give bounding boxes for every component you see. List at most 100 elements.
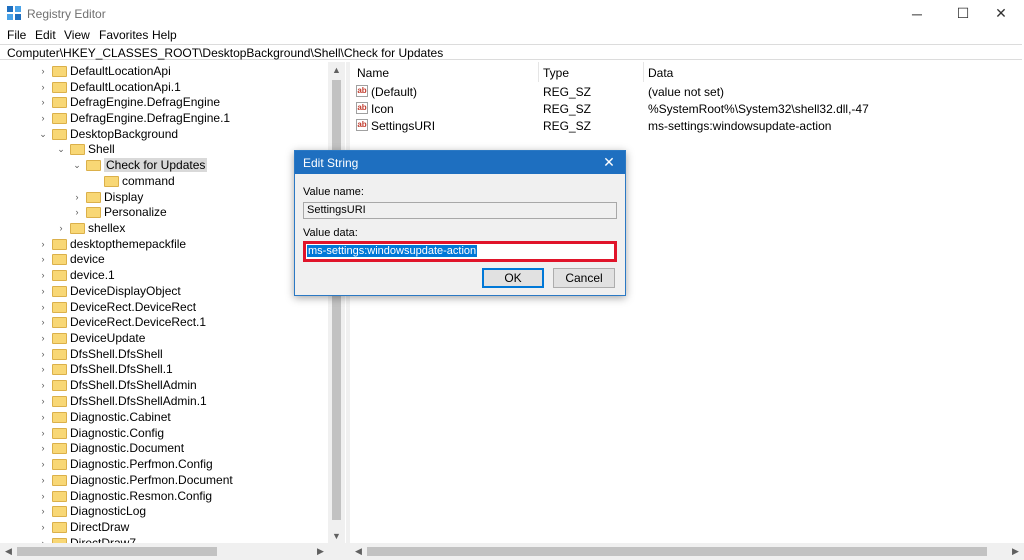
expand-arrow-icon[interactable]: › [38,251,48,267]
folder-icon [70,222,85,234]
expand-arrow-icon[interactable]: › [38,346,48,362]
expand-arrow-icon[interactable]: › [38,472,48,488]
address-bar[interactable]: Computer\HKEY_CLASSES_ROOT\DesktopBackgr… [0,44,1022,60]
folder-icon [70,143,85,155]
tree-item[interactable]: ⌄ Shell [56,141,114,157]
tree-item[interactable]: › DefragEngine.DefragEngine.1 [38,110,231,126]
expand-arrow-icon[interactable]: › [38,425,48,441]
expand-arrow-icon[interactable]: › [38,236,48,252]
expand-arrow-icon[interactable]: › [72,189,82,205]
tree-item[interactable]: › DfsShell.DfsShellAdmin.1 [38,393,207,409]
tree-item[interactable]: › shellex [56,220,126,236]
tree-item[interactable]: › DeviceDisplayObject [38,283,181,299]
cancel-button[interactable]: Cancel [553,268,615,288]
expand-arrow-icon[interactable]: › [38,299,48,315]
ok-button[interactable]: OK [482,268,544,288]
expand-arrow-icon[interactable]: › [72,204,82,220]
expand-arrow-icon[interactable]: › [38,94,48,110]
tree-item[interactable]: › device.1 [38,267,115,283]
tree-item[interactable]: › DeviceRect.DeviceRect.1 [38,314,207,330]
collapse-arrow-icon[interactable]: ⌄ [72,157,82,173]
menu-edit[interactable]: Edit [35,28,56,42]
list-row[interactable]: ab SettingsURI REG_SZ ms-settings:window… [350,118,1024,134]
tree-item[interactable]: ⌄ DesktopBackground [38,126,178,142]
column-divider[interactable] [643,62,644,82]
scroll-up-arrow-icon[interactable]: ▲ [328,62,345,78]
tree-item[interactable]: › Personalize [72,204,167,220]
close-button[interactable]: ✕ [978,0,1024,27]
expand-arrow-icon[interactable]: › [38,503,48,519]
edit-string-dialog: Edit String ✕ Value name: SettingsURI Va… [294,150,626,296]
collapse-arrow-icon[interactable]: ⌄ [38,126,48,142]
expand-arrow-icon[interactable]: › [38,314,48,330]
tree-item[interactable]: › DefragEngine.DefragEngine [38,94,221,110]
tree-item[interactable]: › DeviceRect.DeviceRect [38,299,197,315]
tree-item[interactable]: › Diagnostic.Config [38,425,165,441]
list-row[interactable]: ab (Default) REG_SZ (value not set) [350,84,1024,100]
expand-arrow-icon[interactable]: › [38,393,48,409]
expand-arrow-icon[interactable]: › [38,377,48,393]
tree-item[interactable]: › Diagnostic.Resmon.Config [38,488,213,504]
expand-arrow-icon[interactable]: › [38,283,48,299]
menu-help[interactable]: Help [152,28,177,42]
expand-arrow-icon[interactable]: › [38,456,48,472]
expand-arrow-icon[interactable]: › [38,361,48,377]
expand-arrow-icon[interactable]: › [38,488,48,504]
scroll-down-arrow-icon[interactable]: ▼ [328,528,345,544]
expand-arrow-icon[interactable]: › [38,63,48,79]
tree-item[interactable]: command [90,173,175,189]
tree-vertical-scrollbar[interactable]: ▲ ▼ [328,62,345,545]
dialog-title-bar[interactable]: Edit String ✕ [295,151,625,174]
scroll-thumb[interactable] [332,80,341,520]
expand-arrow-icon[interactable]: › [56,220,66,236]
tree-item[interactable]: › DefaultLocationApi [38,63,171,79]
expand-arrow-icon[interactable]: › [38,519,48,535]
scroll-thumb[interactable] [17,547,217,556]
list-horizontal-scrollbar[interactable]: ◀ ▶ [350,543,1024,560]
scroll-left-arrow-icon[interactable]: ◀ [350,543,367,560]
tree-item[interactable]: › Diagnostic.Perfmon.Document [38,472,233,488]
expand-arrow-icon[interactable]: › [38,110,48,126]
column-header-type[interactable]: Type [543,66,569,80]
folder-icon [52,348,67,360]
scroll-thumb[interactable] [367,547,987,556]
scroll-right-arrow-icon[interactable]: ▶ [312,543,329,560]
folder-icon [52,490,67,502]
expand-arrow-icon[interactable]: › [38,440,48,456]
menu-view[interactable]: View [64,28,90,42]
tree-item[interactable]: › device [38,251,105,267]
menu-file[interactable]: File [7,28,26,42]
column-header-name[interactable]: Name [357,66,389,80]
folder-icon [52,96,67,108]
tree-item[interactable]: › Diagnostic.Cabinet [38,409,171,425]
column-divider[interactable] [538,62,539,82]
expand-arrow-icon[interactable]: › [38,409,48,425]
scroll-left-arrow-icon[interactable]: ◀ [0,543,17,560]
expand-arrow-icon[interactable]: › [38,79,48,95]
folder-icon [86,159,101,171]
tree-item[interactable]: › Diagnostic.Document [38,440,185,456]
tree-item-selected[interactable]: ⌄ Check for Updates [72,157,208,173]
tree-item[interactable]: › Display [72,189,144,205]
value-data-input[interactable]: ms-settings:windowsupdate-action [303,241,617,262]
tree-item[interactable]: › DfsShell.DfsShell.1 [38,361,173,377]
expand-arrow-icon[interactable]: › [38,330,48,346]
tree-item[interactable]: › DirectDraw [38,519,130,535]
expand-arrow-icon[interactable]: › [38,267,48,283]
tree-item[interactable]: › desktopthemepackfile [38,236,187,252]
scroll-right-arrow-icon[interactable]: ▶ [1007,543,1024,560]
tree-item[interactable]: › DiagnosticLog [38,503,147,519]
tree-item[interactable]: › DfsShell.DfsShellAdmin [38,377,197,393]
menu-favorites[interactable]: Favorites [99,28,148,42]
tree-item[interactable]: › Diagnostic.Perfmon.Config [38,456,213,472]
dialog-close-icon[interactable]: ✕ [601,154,617,170]
tree-item[interactable]: › DfsShell.DfsShell [38,346,163,362]
list-row[interactable]: ab Icon REG_SZ %SystemRoot%\System32\she… [350,101,1024,117]
tree-horizontal-scrollbar[interactable]: ◀ ▶ [0,543,346,560]
tree-item[interactable]: › DeviceUpdate [38,330,146,346]
collapse-arrow-icon[interactable]: ⌄ [56,141,66,157]
key-tree: › DefaultLocationApi › DefaultLocationApi.… [0,62,346,560]
column-header-data[interactable]: Data [648,66,673,80]
minimize-button[interactable]: ─ [894,0,940,27]
tree-item[interactable]: › DefaultLocationApi.1 [38,79,181,95]
